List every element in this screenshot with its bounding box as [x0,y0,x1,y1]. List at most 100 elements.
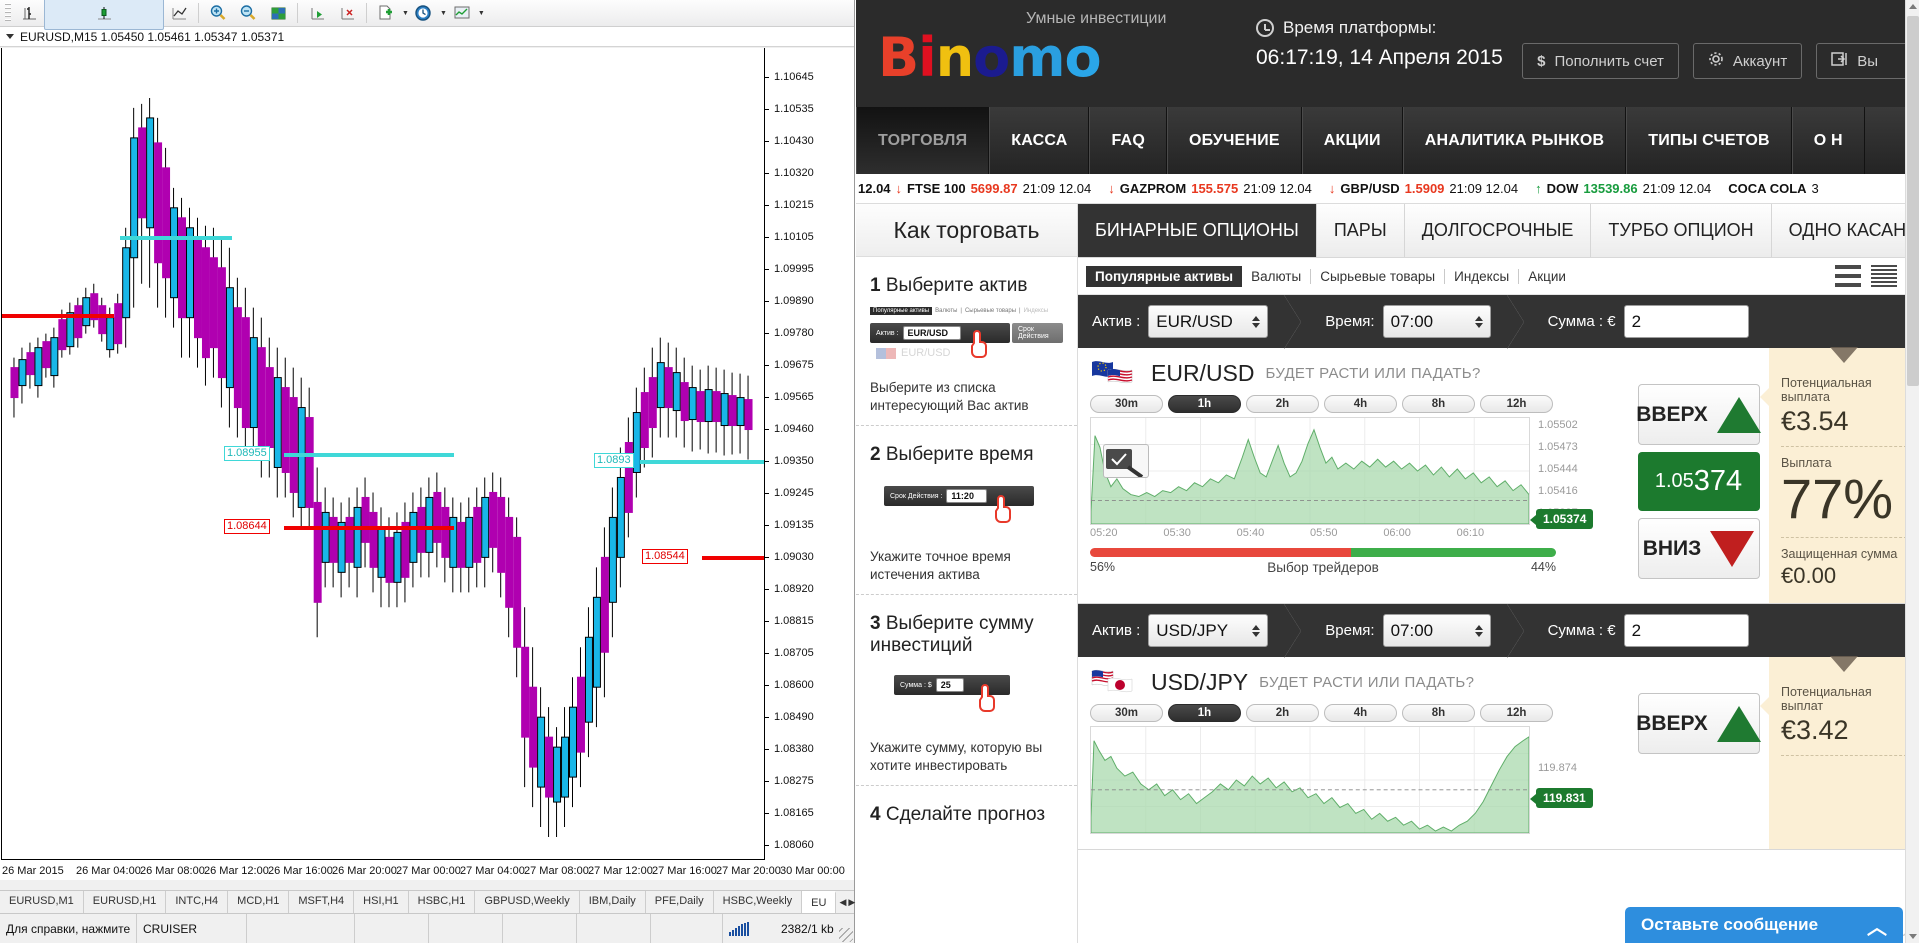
time-select[interactable]: 07:00 [1382,305,1491,338]
bar-chart-icon[interactable] [14,2,44,25]
level-label-cyan-2[interactable]: 1.0893 [594,453,634,468]
period-icon[interactable] [409,2,439,25]
chart-tab[interactable]: IBM,Daily [580,891,646,913]
level-line-red-1[interactable] [2,314,114,318]
compact-view-icon[interactable] [1871,265,1897,287]
subtab-indices[interactable]: Индексы [1445,266,1518,287]
nav-item-promotions[interactable]: АКЦИИ [1301,107,1403,174]
mini-chart-eurusd[interactable] [1090,417,1530,525]
line-chart-icon[interactable] [164,2,194,25]
spinner-icon[interactable] [1240,315,1261,328]
subtab-currencies[interactable]: Валюты [1242,266,1310,287]
tf-2h[interactable]: 2h [1246,704,1319,722]
nav-item-cashier[interactable]: КАССА [989,107,1090,174]
scroll-down-icon[interactable] [1909,934,1917,939]
subtab-stocks[interactable]: Акции [1519,266,1575,287]
tf-2h[interactable]: 2h [1246,395,1319,413]
ticker-item-dow[interactable]: ↑ DOW 13539.86 21:09 12.04 [1535,181,1711,196]
tf-1h[interactable]: 1h [1168,395,1241,413]
nav-item-trading[interactable]: ТОРГОВЛЯ [856,107,990,174]
status-profile[interactable]: CRUISER [137,914,247,943]
tf-12h[interactable]: 12h [1480,395,1553,413]
asset-select[interactable]: USD/JPY [1148,614,1269,647]
chart-tab[interactable]: PFE,Daily [646,891,714,913]
tf-4h[interactable]: 4h [1324,395,1397,413]
autoscroll-icon[interactable] [332,2,362,25]
amount-input[interactable]: 2 [1623,305,1749,338]
level-line-red-3[interactable]: 1.08544 [642,549,768,564]
grid-icon[interactable] [263,2,293,25]
nav-item-education[interactable]: ОБУЧЕНИЕ [1166,107,1302,174]
chart-tab[interactable]: GBPUSD,Weekly [475,891,580,913]
subtab-popular[interactable]: Популярные активы [1086,265,1243,287]
scroll-up-icon[interactable] [1909,4,1917,9]
spinner-icon[interactable] [1463,315,1483,328]
chat-widget[interactable]: Оставьте сообщение ︿ [1625,907,1903,943]
level-label-cyan[interactable]: 1.08955 [224,446,270,461]
level-line-cyan-2[interactable]: 1.08955 [224,446,454,461]
chart-tab[interactable]: HSBC,Weekly [714,891,803,913]
down-button-eurusd[interactable]: ВНИЗ [1637,518,1760,579]
mini-chart-usdjpy[interactable] [1090,726,1530,834]
level-line-cyan-1[interactable] [120,236,232,240]
up-button-eurusd[interactable]: ВВЕРХ [1636,384,1761,445]
scroll-right-icon[interactable]: ▶ [848,897,855,908]
list-view-icon[interactable] [1835,265,1861,287]
market-ticker[interactable]: 12.04 ↓ FTSE 100 5699.87 21:09 12.04 ↓ G… [856,174,1919,204]
ticker-item-ftse[interactable]: ↓ FTSE 100 5699.87 21:09 12.04 [896,181,1092,196]
chart-tab[interactable]: MSFT,H4 [289,891,355,913]
drawing-tool-icon[interactable] [1103,444,1149,479]
tab-pairs[interactable]: ПАРЫ [1316,204,1405,257]
level-line-red-2[interactable]: 1.08644 [224,519,454,534]
chart-tab[interactable]: INTC,H4 [166,891,229,913]
page-scrollbar[interactable] [1905,0,1919,943]
scroll-left-icon[interactable]: ◀ [839,897,846,908]
chart-tab[interactable]: EURUSD,H1 [84,891,167,913]
level-line-cyan-3[interactable]: 1.0893 [594,453,768,468]
tab-scroll-controls[interactable]: ◀ ▶ [836,891,858,913]
logout-button[interactable]: Вы [1816,43,1919,79]
new-order-icon[interactable] [371,2,401,25]
nav-item-about[interactable]: О Н [1791,107,1865,174]
mt-chart[interactable]: 1.08955 1.08644 1.0893 1.08544 1.10645 1… [0,48,854,883]
indicators-icon[interactable] [447,2,477,25]
resize-grip[interactable] [839,928,853,942]
nav-item-faq[interactable]: FAQ [1089,107,1167,174]
spinner-icon[interactable] [1463,624,1483,637]
chevron-up-icon[interactable]: ︿ [1867,911,1887,940]
account-button[interactable]: Аккаунт [1692,43,1803,79]
time-select[interactable]: 07:00 [1382,614,1491,647]
up-button-usdjpy[interactable]: ВВЕРХ [1636,693,1761,754]
tf-4h[interactable]: 4h [1324,704,1397,722]
toolbar-grip[interactable] [5,3,11,23]
chart-price-axis[interactable]: 1.10645 1.10535 1.10430 1.10320 1.10215 … [764,48,854,883]
tab-binary-options[interactable]: БИНАРНЫЕ ОПЦИОНЫ [1078,204,1317,257]
tf-30m[interactable]: 30m [1090,704,1163,722]
deposit-button[interactable]: $ Пополнить счет [1522,43,1679,79]
zoom-in-icon[interactable] [203,2,233,25]
chevron-down-icon[interactable] [6,34,14,39]
shift-end-icon[interactable] [302,2,332,25]
tf-8h[interactable]: 8h [1402,395,1475,413]
candlestick-chart-icon[interactable] [44,0,164,30]
tab-turbo[interactable]: ТУРБО ОПЦИОН [1591,204,1772,257]
scrollbar-thumb[interactable] [1907,16,1919,386]
chart-tab[interactable]: EURUSD,M1 [0,891,84,913]
zoom-out-icon[interactable] [233,2,263,25]
chart-tab[interactable]: HSI,H1 [354,891,409,913]
tf-1h[interactable]: 1h [1168,704,1241,722]
ticker-item-gazprom[interactable]: ↓ GAZPROM 155.575 21:09 12.04 [1108,181,1312,196]
level-label-red[interactable]: 1.08644 [224,519,270,534]
tab-long-term[interactable]: ДОЛГОСРОЧНЫЕ [1404,204,1592,257]
tf-12h[interactable]: 12h [1480,704,1553,722]
tf-30m[interactable]: 30m [1090,395,1163,413]
asset-select[interactable]: EUR/USD [1148,305,1269,338]
level-label-red-2[interactable]: 1.08544 [642,549,688,564]
tf-8h[interactable]: 8h [1402,704,1475,722]
amount-input[interactable]: 2 [1623,614,1749,647]
ticker-item-cocacola[interactable]: COCA COLA 3 [1728,181,1818,196]
subtab-commodities[interactable]: Сырьевые товары [1311,266,1444,287]
nav-item-account-types[interactable]: ТИПЫ СЧЕТОВ [1626,107,1792,174]
ticker-item-gbpusd[interactable]: ↓ GBP/USD 1.5909 21:09 12.04 [1329,181,1518,196]
chart-tab[interactable]: HSBC,H1 [409,891,476,913]
